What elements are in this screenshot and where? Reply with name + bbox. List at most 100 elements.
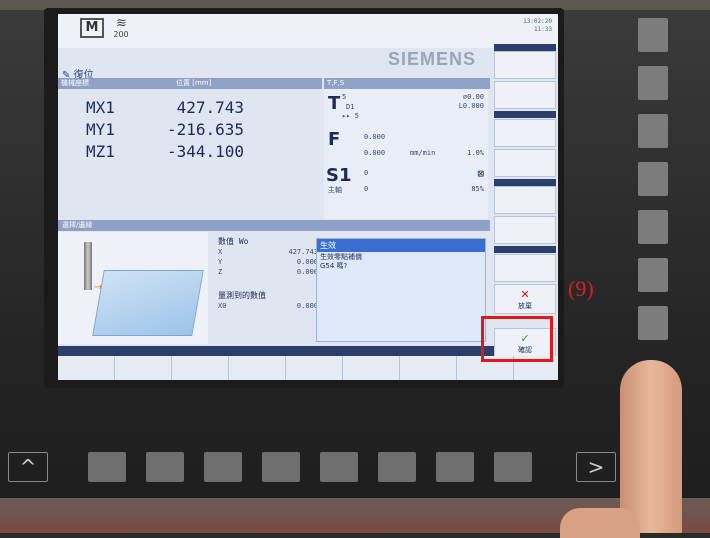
x0-label: X0 <box>218 302 227 310</box>
feed-percent: 1.0% <box>467 149 484 157</box>
spindle-letter: S1 <box>326 165 352 186</box>
x0-value: 0.000 <box>296 302 318 310</box>
program-sub-label: 200 <box>113 30 129 39</box>
physical-bottom-key-2[interactable] <box>146 452 184 482</box>
value-wo-label: 數值 Wo <box>218 237 249 246</box>
dialog-body: 生效零點補償 G54 嗎? <box>320 253 362 271</box>
physical-side-key-4[interactable] <box>638 162 668 196</box>
axis-value-mz1: -344.100 <box>166 142 244 161</box>
coords-header-label: 機械座標 <box>61 79 89 87</box>
probing-illustration: → <box>58 232 208 344</box>
axis-value-my1: -216.635 <box>166 120 244 139</box>
physical-bottom-key-8[interactable] <box>494 452 532 482</box>
measure-values: 數值 Wo X 427.743 Y 0.000 Z 0.000 量測到的數值 X… <box>218 236 318 336</box>
vertical-softkey-7[interactable] <box>494 254 556 282</box>
clock-line-1: 13:02:20 <box>523 18 552 25</box>
horizontal-softkey-bar <box>58 346 494 356</box>
physical-side-key-1[interactable] <box>638 18 668 52</box>
spindle-stop-icon: ⊠ <box>477 167 484 180</box>
physical-side-key-3[interactable] <box>638 114 668 148</box>
feed-value-2: 0.000 <box>364 149 386 157</box>
recall-key[interactable]: ^ <box>8 452 48 482</box>
axis-name-mx1: MX1 <box>86 98 115 117</box>
clock-line-2: 11:33 <box>533 26 552 33</box>
axis-name-mz1: MZ1 <box>86 142 115 161</box>
etc-key[interactable]: > <box>576 452 616 482</box>
tfs-panel: T 5 D1 ▸▸ 5 ⌀0.00 L0.000 F 0.000 0.000 m… <box>324 89 488 219</box>
vertical-softkey-6[interactable] <box>494 216 556 244</box>
vertical-softkey-5[interactable] <box>494 186 556 214</box>
highlight-box <box>481 316 553 362</box>
machine-mode-icon[interactable]: M <box>80 18 104 38</box>
tfs-header-label: T,F,S <box>327 79 345 87</box>
spindle-percent: 85% <box>471 185 484 193</box>
dialog-line-1: 生效零點補償 <box>320 253 362 261</box>
hand <box>560 508 640 538</box>
horizontal-softkey-1[interactable] <box>58 356 115 380</box>
z-label: Z <box>218 268 223 276</box>
vertical-softkey-4[interactable] <box>494 149 556 177</box>
cancel-label: 放棄 <box>518 302 532 310</box>
feed-value-1: 0.000 <box>364 133 386 141</box>
x-label: X <box>218 248 223 256</box>
physical-bottom-key-5[interactable] <box>320 452 358 482</box>
horizontal-softkey-3[interactable] <box>172 356 229 380</box>
spindle-value: 0 <box>364 169 369 177</box>
physical-side-key-7[interactable] <box>638 306 668 340</box>
probe-tool <box>84 242 92 290</box>
physical-bottom-key-6[interactable] <box>378 452 416 482</box>
softkey-separator <box>494 179 556 186</box>
clock: 13:02:20 11:33 <box>523 18 552 34</box>
workpiece-block <box>92 270 204 336</box>
tfs-header: T,F,S <box>324 78 490 89</box>
physical-side-key-2[interactable] <box>638 66 668 100</box>
horizontal-softkey-6[interactable] <box>343 356 400 380</box>
finger <box>620 360 682 533</box>
horizontal-softkey-5[interactable] <box>286 356 343 380</box>
tool-length: L0.000 <box>458 102 484 110</box>
vertical-softkey-1[interactable] <box>494 51 556 79</box>
feed-letter: F <box>328 129 341 150</box>
horizontal-softkey-2[interactable] <box>115 356 172 380</box>
physical-bottom-key-1[interactable] <box>88 452 126 482</box>
softkey-separator <box>494 44 556 51</box>
axis-name-my1: MY1 <box>86 120 115 139</box>
softkey-separator <box>494 111 556 118</box>
tool-radius: ⌀0.00 <box>462 93 484 101</box>
dialog-title: 生效 <box>317 239 485 252</box>
feed-unit: mm/min <box>410 149 436 157</box>
softkey-separator <box>494 246 556 253</box>
close-icon: ✕ <box>520 288 530 301</box>
z-value: 0.000 <box>296 268 318 276</box>
physical-side-key-6[interactable] <box>638 258 668 292</box>
vertical-softkey-2[interactable] <box>494 81 556 109</box>
spindle-main-value: 0 <box>364 185 369 193</box>
brand-logo: SIEMENS <box>388 49 477 69</box>
axis-value-mx1: 427.743 <box>176 98 244 117</box>
physical-bottom-key-7[interactable] <box>436 452 474 482</box>
waves-icon: ≋ <box>116 16 127 31</box>
position-header: 位置 [mm] <box>176 79 212 87</box>
vertical-softkey-3[interactable] <box>494 119 556 147</box>
probe-direction-arrow: → <box>94 282 103 293</box>
tool-number: 5 <box>342 93 347 101</box>
x-value: 427.743 <box>288 248 318 256</box>
horizontal-softkey-4[interactable] <box>229 356 286 380</box>
confirm-dialog: 生效 生效零點補償 G54 嗎? <box>316 238 486 342</box>
top-bar: M ≋ 200 13:02:20 11:33 <box>58 14 558 48</box>
cancel-button[interactable]: ✕ 放棄 <box>494 284 556 314</box>
physical-side-key-5[interactable] <box>638 210 668 244</box>
measured-value-label: 量測到的數值 <box>218 291 266 300</box>
tool-letter: T <box>328 93 341 114</box>
horizontal-softkey-7[interactable] <box>400 356 457 380</box>
select-edge-header: 選擇/邊緣 <box>58 220 490 231</box>
program-icon[interactable]: ≋ 200 <box>110 16 132 42</box>
step-annotation: (9) <box>568 276 594 301</box>
y-value: 0.000 <box>296 258 318 266</box>
y-label: Y <box>218 258 223 266</box>
tool-d: D1 <box>346 103 355 111</box>
physical-bottom-key-3[interactable] <box>204 452 242 482</box>
physical-bottom-key-4[interactable] <box>262 452 300 482</box>
spindle-main-label: 主軸 <box>328 186 342 194</box>
dialog-line-2: G54 嗎? <box>320 262 348 270</box>
